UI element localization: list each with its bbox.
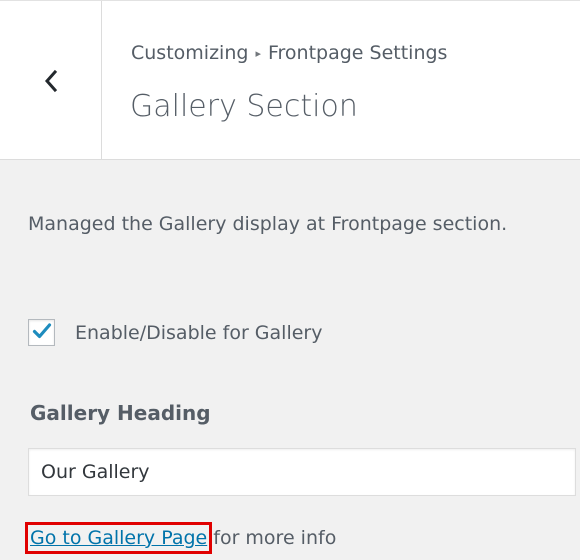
- back-button[interactable]: [0, 1, 102, 160]
- section-title: Gallery Section: [130, 89, 358, 124]
- more-info-line: Go to Gallery Page for more info: [24, 522, 337, 554]
- chevron-left-icon: [43, 69, 59, 93]
- gallery-page-link[interactable]: Go to Gallery Page: [24, 522, 213, 554]
- enable-gallery-label: Enable/Disable for Gallery: [75, 321, 323, 344]
- gallery-heading-label: Gallery Heading: [30, 401, 211, 425]
- breadcrumb-current: Frontpage Settings: [267, 42, 448, 64]
- breadcrumb: Customizing ▸ Frontpage Settings: [131, 42, 447, 65]
- customizer-header: Customizing ▸ Frontpage Settings Gallery S…: [0, 0, 580, 160]
- breadcrumb-separator-icon: ▸: [255, 47, 261, 60]
- breadcrumb-root: Customizing: [131, 42, 249, 64]
- checkmark-icon: [32, 322, 52, 344]
- section-description: Managed the Gallery display at Frontpage…: [28, 213, 508, 235]
- enable-gallery-checkbox[interactable]: [28, 319, 55, 346]
- gallery-heading-input[interactable]: [28, 448, 576, 496]
- enable-gallery-checkbox-row[interactable]: Enable/Disable for Gallery: [28, 319, 322, 346]
- more-info-suffix: for more info: [207, 527, 337, 549]
